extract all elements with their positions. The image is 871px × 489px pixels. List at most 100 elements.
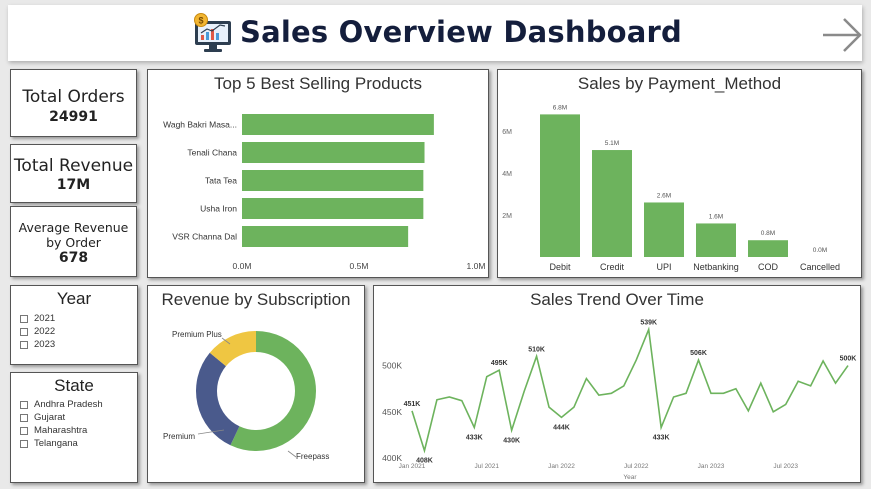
state-option-andhra-pradesh[interactable]: Andhra Pradesh — [20, 398, 137, 411]
data-label: 5.1M — [605, 140, 619, 147]
kpi-label: Total Orders — [22, 87, 125, 107]
bar — [242, 142, 425, 163]
bar — [242, 170, 424, 191]
category-label: VSR Channa Dal — [172, 232, 237, 242]
category-label: Netbanking — [693, 262, 739, 272]
data-label: 444K — [553, 424, 570, 431]
payment-method-chart: Sales by Payment_Method 2M 4M 6M 6.8M Debit 5… — [497, 69, 862, 278]
slicer-title: Year — [56, 289, 92, 308]
payment-method-bars: 2M 4M 6M 6.8M Debit 5.1M Credit 2.6M UPI 1.6M Netb… — [502, 104, 840, 272]
kpi-total-orders: Total Orders 24991 — [10, 69, 137, 137]
data-label: 495K — [491, 360, 508, 367]
bar — [242, 114, 434, 135]
checkbox[interactable] — [20, 340, 28, 349]
checkbox[interactable] — [20, 413, 28, 422]
data-label: 2.6M — [657, 192, 671, 199]
data-label: 1.6M — [709, 213, 723, 220]
kpi-value: 17M — [56, 177, 91, 193]
data-label: 506K — [690, 350, 707, 357]
category-label: Cancelled — [800, 262, 840, 272]
leader-line — [287, 450, 297, 458]
x-tick-label: 0.0M — [233, 261, 252, 271]
data-label: 539K — [640, 320, 657, 327]
slice-label: Freepass — [296, 452, 329, 461]
category-label: Credit — [600, 262, 625, 272]
x-tick-label: 0.5M — [350, 261, 369, 271]
y-tick-label: 450K — [382, 407, 402, 417]
kpi-value: 24991 — [49, 109, 98, 125]
kpi-label: Average Revenue — [18, 220, 129, 235]
bar — [242, 226, 409, 247]
top-products-bars: Wagh Bakri Masa... Tenali Chana Tata Tea Us… — [163, 114, 486, 271]
page-title: Sales Overview Dashboard — [240, 15, 683, 49]
data-label: 6.8M — [553, 104, 567, 111]
checkbox[interactable] — [20, 314, 28, 323]
y-tick-label: 400K — [382, 453, 402, 463]
y-tick-label: 2M — [502, 213, 512, 220]
x-tick-label: Jan 2021 — [399, 463, 426, 470]
x-tick-label: Jan 2023 — [698, 463, 725, 470]
slice-label: Premium — [163, 432, 195, 441]
dashboard-monitor-icon: $ — [194, 13, 231, 52]
x-tick-label: 1.0M — [467, 261, 486, 271]
bar — [540, 114, 580, 257]
data-label: 430K — [503, 437, 520, 444]
year-option-2023[interactable]: 2023 — [20, 338, 137, 351]
kpi-value: 678 — [58, 250, 89, 266]
year-slicer: Year 2021 2022 2023 — [10, 285, 138, 365]
option-label: Maharashtra — [34, 425, 88, 436]
arrow-right-icon[interactable] — [820, 15, 864, 55]
data-label: 0.0M — [813, 247, 827, 254]
data-label: 433K — [466, 435, 483, 442]
subscription-donut: Freepass Premium Premium Plus — [163, 330, 329, 461]
slicer-title: State — [54, 376, 94, 395]
y-tick-label: 4M — [502, 171, 512, 178]
x-axis-label: Year — [623, 474, 637, 481]
sales-trend-chart: Sales Trend Over Time 400K 450K 500K 451K 40… — [373, 285, 861, 483]
bar — [592, 150, 632, 257]
top-products-chart: Top 5 Best Selling Products Wagh Bakri M… — [147, 69, 489, 278]
kpi-total-revenue: Total Revenue 17M — [10, 144, 137, 203]
category-label: Tenali Chana — [187, 148, 237, 158]
year-option-2022[interactable]: 2022 — [20, 325, 137, 338]
dashboard-header: $ Sales Overview Dashboard — [8, 5, 862, 61]
state-option-telangana[interactable]: Telangana — [20, 437, 137, 450]
category-label: Usha Iron — [200, 204, 237, 214]
data-label: 510K — [528, 346, 545, 353]
category-label: Tata Tea — [205, 176, 237, 186]
kpi-label: Total Revenue — [13, 156, 134, 176]
x-tick-label: Jul 2021 — [474, 463, 499, 470]
x-tick-label: Jul 2023 — [773, 463, 798, 470]
checkbox[interactable] — [20, 439, 28, 448]
state-option-maharashtra[interactable]: Maharashtra — [20, 424, 137, 437]
checkbox[interactable] — [20, 426, 28, 435]
option-label: Telangana — [34, 438, 78, 449]
bar — [696, 223, 736, 257]
option-label: 2023 — [34, 339, 56, 350]
subscription-chart: Revenue by Subscription Freepass Premium P… — [147, 285, 365, 483]
kpi-label: by Order — [46, 235, 101, 250]
data-label: 451K — [404, 401, 421, 408]
data-label: 0.8M — [761, 230, 775, 237]
data-label: 433K — [653, 435, 670, 442]
checkbox[interactable] — [20, 327, 28, 336]
y-tick-label: 6M — [502, 129, 512, 136]
sales-trend-line: 400K450K500K451K408K433K495K430K510K444K… — [382, 320, 857, 481]
year-option-2021[interactable]: 2021 — [20, 312, 137, 325]
x-tick-label: Jan 2022 — [548, 463, 575, 470]
category-label: COD — [758, 262, 779, 272]
checkbox[interactable] — [20, 400, 28, 409]
option-label: Gujarat — [34, 412, 66, 423]
data-label: 500K — [840, 356, 857, 363]
x-tick-label: Jul 2022 — [624, 463, 649, 470]
slice-label: Premium Plus — [172, 330, 222, 339]
state-option-gujarat[interactable]: Gujarat — [20, 411, 137, 424]
category-label: Wagh Bakri Masa... — [163, 120, 237, 130]
option-label: 2021 — [34, 313, 56, 324]
state-slicer: State Andhra Pradesh Gujarat Maharashtra… — [10, 372, 138, 483]
bar — [242, 198, 424, 219]
option-label: Andhra Pradesh — [34, 399, 103, 410]
y-tick-label: 500K — [382, 361, 402, 371]
category-label: Debit — [549, 262, 571, 272]
bar — [644, 202, 684, 257]
